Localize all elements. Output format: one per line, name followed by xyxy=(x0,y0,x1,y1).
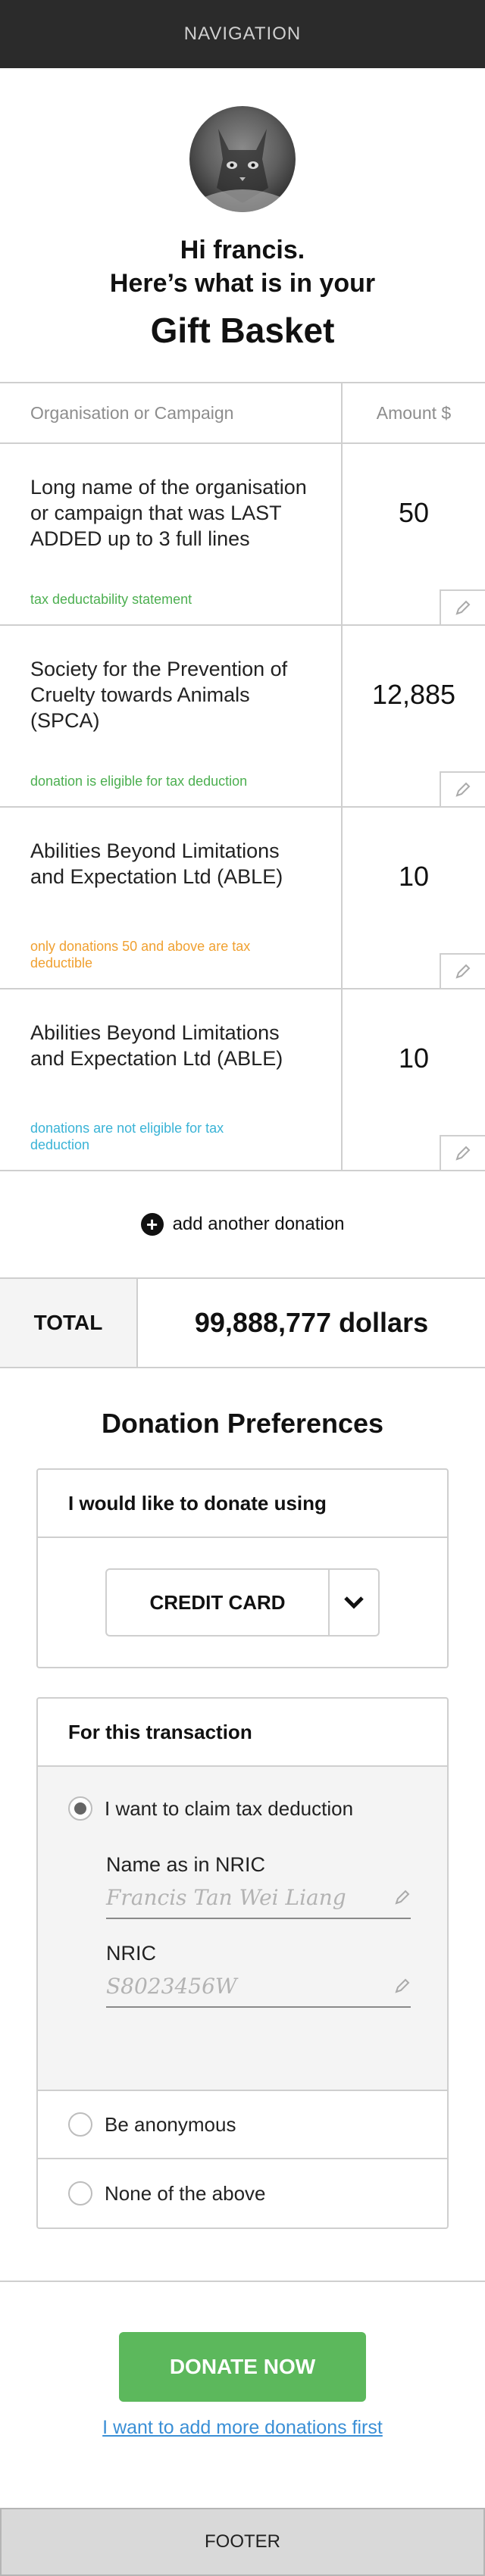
add-donation-button[interactable]: + add another donation xyxy=(0,1171,485,1277)
donation-amount: 10 xyxy=(398,1043,430,1074)
payment-method-value: CREDIT CARD xyxy=(149,1590,286,1614)
amount-cell: 50 xyxy=(341,444,485,624)
footer-label: FOOTER xyxy=(205,2531,280,2552)
greeting-line: Hi francis. xyxy=(180,236,305,264)
nric-name-input[interactable]: Francis Tan Wei Liang xyxy=(106,1877,411,1919)
tax-note: only donations 50 and above are tax dedu… xyxy=(30,939,251,971)
nric-name-value: Francis Tan Wei Liang xyxy=(106,1884,346,1910)
payment-method-heading: I would like to donate using xyxy=(38,1470,447,1538)
chevron-down-icon xyxy=(344,1596,364,1609)
donation-amount: 50 xyxy=(398,497,430,528)
footer: FOOTER xyxy=(0,2508,485,2576)
column-header-organisation: Organisation or Campaign xyxy=(30,402,234,423)
nric-value: S8023456W xyxy=(106,1973,237,1999)
organisation-name: Long name of the organisation or campaig… xyxy=(30,476,307,550)
transaction-options-card: For this transaction I want to claim tax… xyxy=(36,1697,449,2229)
add-donation-label: add another donation xyxy=(172,1214,345,1234)
donation-amount: 10 xyxy=(398,861,430,892)
organisation-cell: Long name of the organisation or campaig… xyxy=(0,444,341,624)
table-row: Abilities Beyond Limitations and Expecta… xyxy=(0,989,485,1171)
option-anonymous-label: Be anonymous xyxy=(105,2112,236,2136)
organisation-name: Abilities Beyond Limitations and Expecta… xyxy=(30,839,283,888)
pencil-icon xyxy=(455,600,471,615)
table-row: Long name of the organisation or campaig… xyxy=(0,444,485,626)
pencil-icon xyxy=(395,1978,410,1993)
greeting-section: Hi francis. Here’s what is in your Gift … xyxy=(0,68,485,353)
payment-method-card: I would like to donate using CREDIT CARD xyxy=(36,1468,449,1668)
pencil-icon xyxy=(395,1890,410,1905)
pencil-icon xyxy=(455,782,471,797)
nric-input[interactable]: S8023456W xyxy=(106,1965,411,2008)
amount-cell: 12,885 xyxy=(341,626,485,806)
navigation-label: NAVIGATION xyxy=(183,23,302,44)
avatar xyxy=(189,106,296,212)
table-row: Abilities Beyond Limitations and Expecta… xyxy=(0,808,485,989)
radio-unselected-icon[interactable] xyxy=(68,2181,92,2206)
amount-cell: 10 xyxy=(341,808,485,988)
navigation-bar[interactable]: NAVIGATION xyxy=(0,0,485,68)
total-label: TOTAL xyxy=(0,1279,138,1367)
pencil-icon xyxy=(455,1146,471,1161)
tax-note: tax deductability statement xyxy=(30,592,192,607)
gift-basket-table: Organisation or Campaign Amount $ Long n… xyxy=(0,382,485,1171)
donation-amount: 12,885 xyxy=(371,679,456,710)
table-header: Organisation or Campaign Amount $ xyxy=(0,383,485,444)
organisation-cell: Abilities Beyond Limitations and Expecta… xyxy=(0,989,341,1170)
option-none[interactable]: None of the above xyxy=(38,2159,447,2227)
nric-name-field: Name as in NRIC Francis Tan Wei Liang xyxy=(38,1853,447,1919)
edit-button[interactable] xyxy=(440,1135,485,1170)
organisation-name: Abilities Beyond Limitations and Expecta… xyxy=(30,1021,283,1070)
total-row: TOTAL 99,888,777 dollars xyxy=(0,1277,485,1368)
nric-name-label: Name as in NRIC xyxy=(106,1853,266,1876)
table-row: Society for the Prevention of Cruelty to… xyxy=(0,626,485,808)
greeting-subline: Here’s what is in your xyxy=(109,269,376,298)
radio-unselected-icon[interactable] xyxy=(68,2112,92,2137)
edit-button[interactable] xyxy=(440,589,485,624)
organisation-cell: Abilities Beyond Limitations and Expecta… xyxy=(0,808,341,988)
cat-photo-icon xyxy=(189,129,296,212)
total-value: 99,888,777 dollars xyxy=(194,1307,429,1338)
donate-now-button[interactable]: DONATE NOW xyxy=(119,2332,366,2402)
pencil-icon xyxy=(455,964,471,979)
tax-note: donations are not eligible for tax deduc… xyxy=(30,1121,224,1152)
payment-method-select[interactable]: CREDIT CARD xyxy=(105,1568,380,1637)
column-header-amount: Amount $ xyxy=(341,383,485,442)
edit-button[interactable] xyxy=(440,771,485,806)
organisation-name: Society for the Prevention of Cruelty to… xyxy=(30,658,288,732)
add-more-donations-link[interactable]: I want to add more donations first xyxy=(0,2417,485,2439)
page-title: Gift Basket xyxy=(150,311,335,350)
option-claim-tax[interactable]: I want to claim tax deduction xyxy=(38,1767,447,1850)
divider xyxy=(0,2281,485,2282)
nric-field: NRIC S8023456W xyxy=(38,1942,447,2008)
edit-button[interactable] xyxy=(440,953,485,988)
payment-method-body: CREDIT CARD xyxy=(38,1538,447,1667)
tax-note: donation is eligible for tax deduction xyxy=(30,774,248,789)
amount-cell: 10 xyxy=(341,989,485,1170)
option-anonymous[interactable]: Be anonymous xyxy=(38,2091,447,2159)
dropdown-toggle[interactable] xyxy=(328,1570,378,1635)
option-none-label: None of the above xyxy=(105,2181,266,2205)
tax-claim-section: I want to claim tax deduction Name as in… xyxy=(38,1767,447,2091)
preferences-title: Donation Preferences xyxy=(101,1408,384,1439)
radio-selected-icon[interactable] xyxy=(68,1796,92,1821)
option-claim-tax-label: I want to claim tax deduction xyxy=(105,1796,354,1820)
transaction-heading: For this transaction xyxy=(38,1699,447,1767)
plus-circle-icon: + xyxy=(140,1213,164,1236)
nric-label: NRIC xyxy=(106,1942,156,1965)
organisation-cell: Society for the Prevention of Cruelty to… xyxy=(0,626,341,806)
